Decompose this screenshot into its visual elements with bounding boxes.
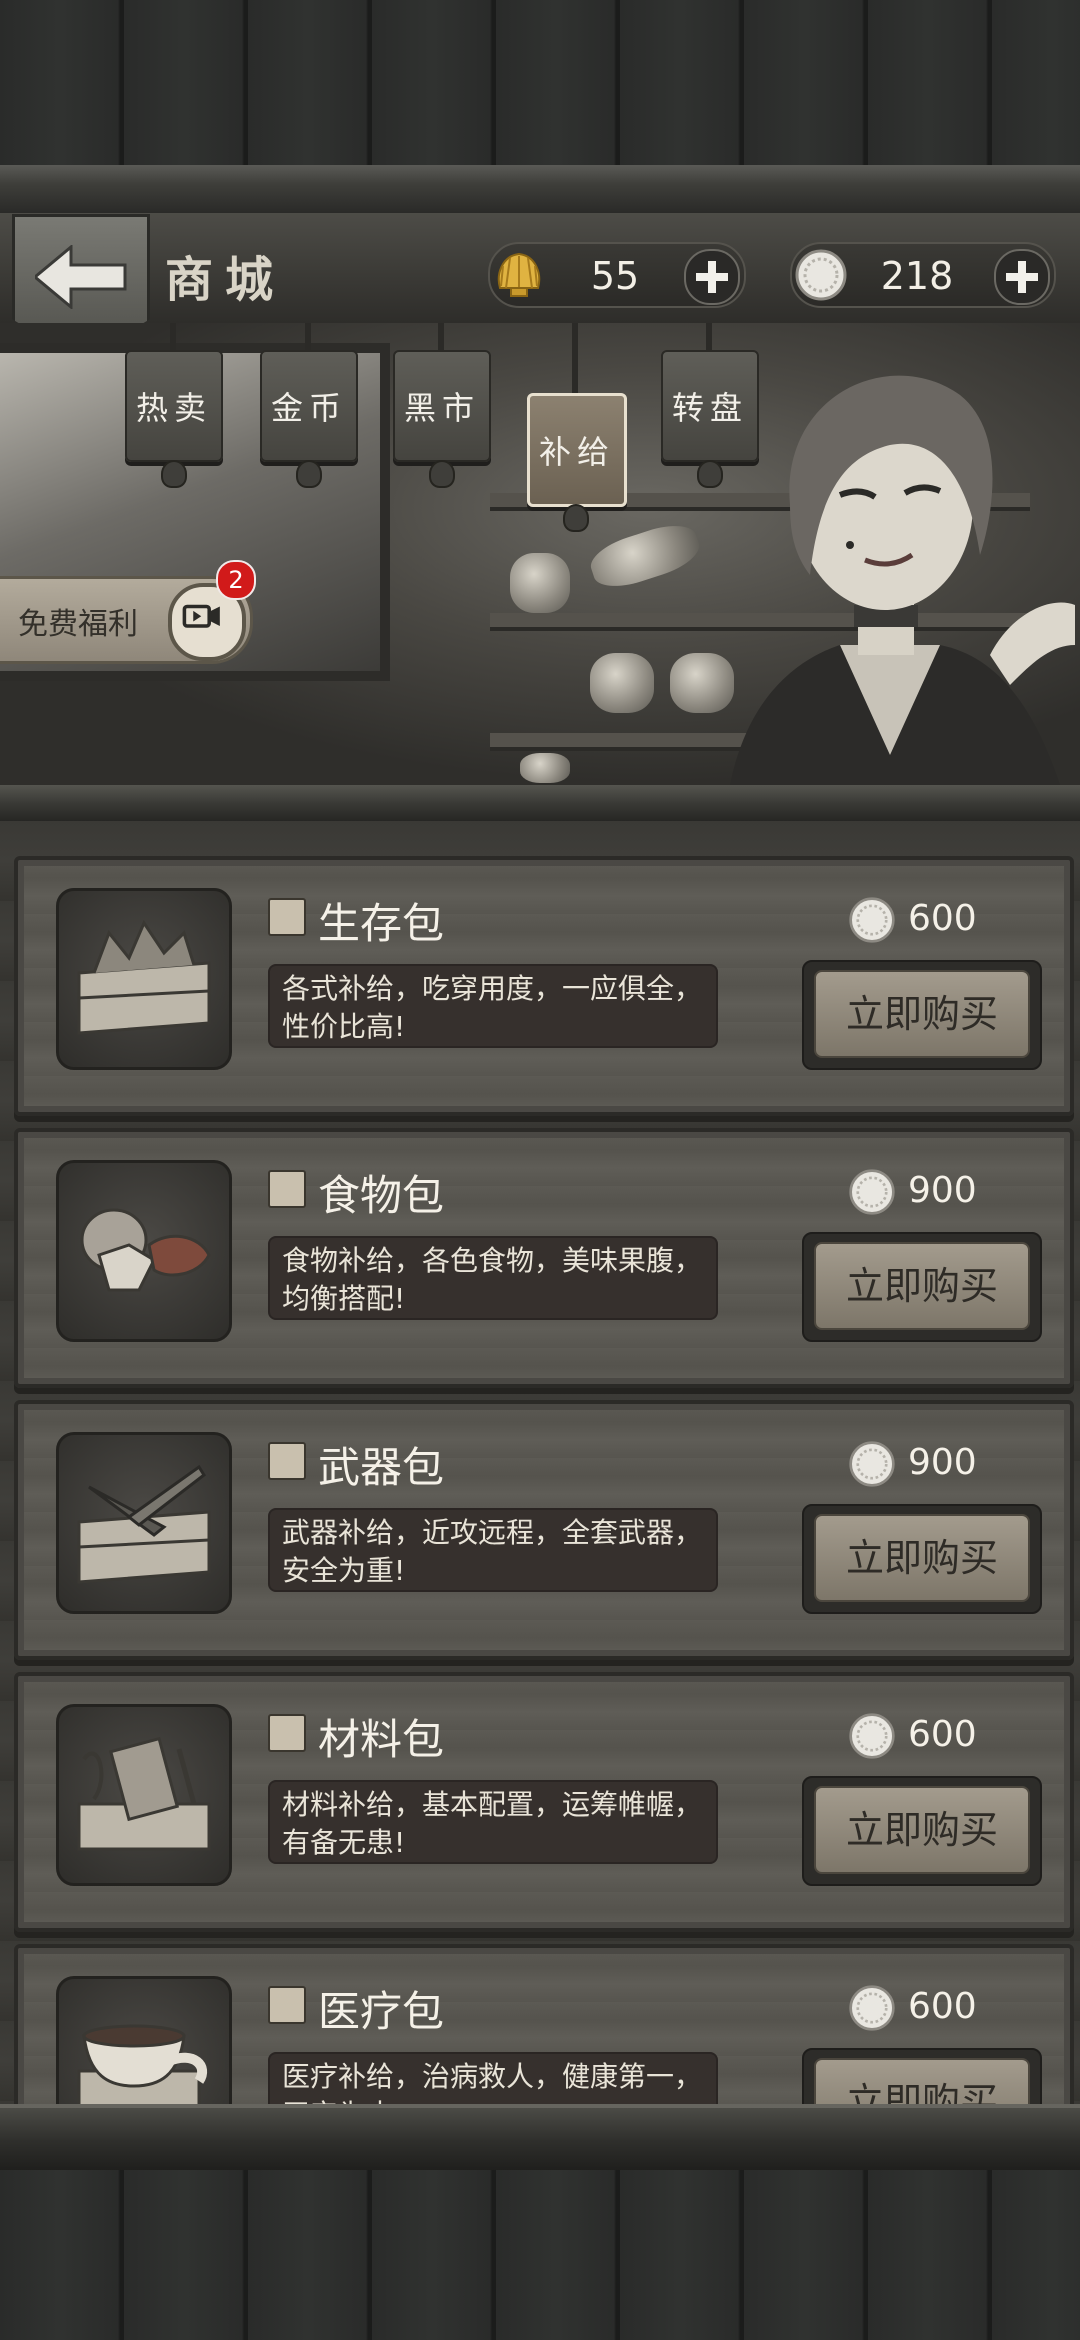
top-beam bbox=[0, 165, 1080, 213]
coin-currency: 218 bbox=[790, 242, 1056, 308]
notification-badge: 2 bbox=[216, 560, 256, 600]
magnifier-icon[interactable] bbox=[268, 1442, 306, 1480]
product-name: 武器包 bbox=[318, 1443, 445, 1492]
tab-rope bbox=[438, 323, 444, 353]
bottom-wood-planks bbox=[0, 2170, 1080, 2340]
product-description: 医疗补给，治病救人，健康第一，平安为本! bbox=[268, 2052, 718, 2104]
tab-rope bbox=[305, 323, 311, 353]
add-shells-button[interactable] bbox=[684, 249, 740, 305]
product-price: 900 bbox=[908, 1442, 977, 1483]
buy-now-button[interactable]: 立即购买 bbox=[814, 2058, 1030, 2104]
shell-currency: 55 bbox=[488, 242, 746, 308]
tab-rope bbox=[170, 323, 176, 353]
back-arrow-icon bbox=[35, 245, 127, 309]
weapon-crate-icon bbox=[77, 1464, 211, 1584]
shell-count: 55 bbox=[590, 254, 640, 298]
magnifier-icon[interactable] bbox=[268, 898, 306, 936]
free-welfare-label: 免费福利 bbox=[18, 607, 138, 642]
product-name: 医疗包 bbox=[318, 1987, 445, 2036]
tab-wheel[interactable]: 转盘 bbox=[661, 350, 759, 462]
buy-button-frame: 立即购买 bbox=[802, 1232, 1042, 1342]
product-price: 600 bbox=[908, 1986, 977, 2027]
survival-crate-icon bbox=[77, 919, 211, 1035]
tab-knot bbox=[429, 460, 455, 488]
tab-knot bbox=[697, 460, 723, 488]
product-icon-frame[interactable] bbox=[56, 888, 232, 1070]
product-description: 各式补给，吃穿用度，一应俱全，性价比高! bbox=[268, 964, 718, 1048]
tab-rope bbox=[572, 323, 578, 395]
tab-rope bbox=[706, 323, 712, 353]
tab-knot bbox=[296, 460, 322, 488]
tab-gold-coins[interactable]: 金币 bbox=[260, 350, 358, 462]
product-card: 武器包 武器补给，近攻远程，全套武器，安全为重! 900 立即购买 bbox=[14, 1400, 1074, 1660]
tab-label: 补给 bbox=[538, 433, 615, 471]
product-price: 600 bbox=[908, 898, 977, 939]
buy-now-button[interactable]: 立即购买 bbox=[814, 1514, 1030, 1602]
material-crate-icon bbox=[77, 1736, 211, 1851]
product-icon-frame[interactable] bbox=[56, 1976, 232, 2104]
silver-coin-icon bbox=[795, 249, 847, 301]
jar-decoration bbox=[510, 553, 570, 613]
pot-decoration bbox=[520, 753, 570, 783]
tab-label: 转盘 bbox=[671, 389, 748, 427]
product-name: 生存包 bbox=[318, 899, 445, 948]
magnifier-icon[interactable] bbox=[268, 1714, 306, 1752]
buy-now-button[interactable]: 立即购买 bbox=[814, 970, 1030, 1058]
pot-decoration bbox=[590, 653, 654, 713]
coin-count: 218 bbox=[880, 254, 954, 298]
bottom-beam bbox=[0, 2104, 1080, 2174]
silver-coin-icon bbox=[849, 1713, 895, 1759]
food-bundle-icon bbox=[80, 1208, 211, 1292]
product-description: 武器补给，近攻远程，全套武器，安全为重! bbox=[268, 1508, 718, 1592]
tab-supplies[interactable]: 补给 bbox=[527, 393, 627, 507]
product-card: 生存包 各式补给，吃穿用度，一应俱全，性价比高! 600 立即购买 bbox=[14, 856, 1074, 1116]
product-price: 900 bbox=[908, 1170, 977, 1211]
silver-coin-icon bbox=[849, 1441, 895, 1487]
product-name: 食物包 bbox=[318, 1171, 445, 1220]
silver-coin-icon bbox=[849, 1985, 895, 2031]
tab-label: 黑市 bbox=[403, 389, 480, 427]
free-welfare-button[interactable]: 免费福利 bbox=[0, 576, 253, 664]
product-icon-frame[interactable] bbox=[56, 1160, 232, 1342]
buy-button-frame: 立即购买 bbox=[802, 1776, 1042, 1886]
tab-label: 金币 bbox=[270, 389, 347, 427]
add-coins-button[interactable] bbox=[994, 249, 1050, 305]
product-icon-frame[interactable] bbox=[56, 1704, 232, 1886]
bottle-decoration bbox=[585, 517, 705, 595]
tab-knot bbox=[563, 504, 589, 532]
product-name: 材料包 bbox=[318, 1715, 445, 1764]
buy-button-frame: 立即购买 bbox=[802, 1504, 1042, 1614]
magnifier-icon[interactable] bbox=[268, 1986, 306, 2024]
tab-knot bbox=[161, 460, 187, 488]
tab-label: 热卖 bbox=[135, 389, 212, 427]
tab-hot-sale[interactable]: 热卖 bbox=[125, 350, 223, 462]
silver-coin-icon bbox=[849, 897, 895, 943]
buy-button-frame: 立即购买 bbox=[802, 2048, 1042, 2104]
shell-icon bbox=[497, 252, 541, 297]
buy-button-frame: 立即购买 bbox=[802, 960, 1042, 1070]
product-card: 医疗包 医疗补给，治病救人，健康第一，平安为本! 600 立即购买 bbox=[14, 1944, 1074, 2104]
page-title: 商城 bbox=[165, 252, 286, 308]
product-card: 食物包 食物补给，各色食物，美味果腹，均衡搭配! 900 立即购买 bbox=[14, 1128, 1074, 1388]
product-card: 材料包 材料补给，基本配置，运筹帷幄，有备无患! 600 立即购买 bbox=[14, 1672, 1074, 1932]
product-list: 生存包 各式补给，吃穿用度，一应俱全，性价比高! 600 立即购买 食物包 食物… bbox=[0, 821, 1080, 2104]
top-wood-planks bbox=[0, 0, 1080, 165]
buy-now-button[interactable]: 立即购买 bbox=[814, 1242, 1030, 1330]
medical-bowl-icon bbox=[77, 2024, 208, 2104]
product-description: 食物补给，各色食物，美味果腹，均衡搭配! bbox=[268, 1236, 718, 1320]
product-description: 材料补给，基本配置，运筹帷幄，有备无患! bbox=[268, 1780, 718, 1864]
tab-black-market[interactable]: 黑市 bbox=[393, 350, 491, 462]
product-price: 600 bbox=[908, 1714, 977, 1755]
magnifier-icon[interactable] bbox=[268, 1170, 306, 1208]
silver-coin-icon bbox=[849, 1169, 895, 1215]
counter-beam bbox=[0, 785, 1080, 821]
buy-now-button[interactable]: 立即购买 bbox=[814, 1786, 1030, 1874]
product-icon-frame[interactable] bbox=[56, 1432, 232, 1614]
